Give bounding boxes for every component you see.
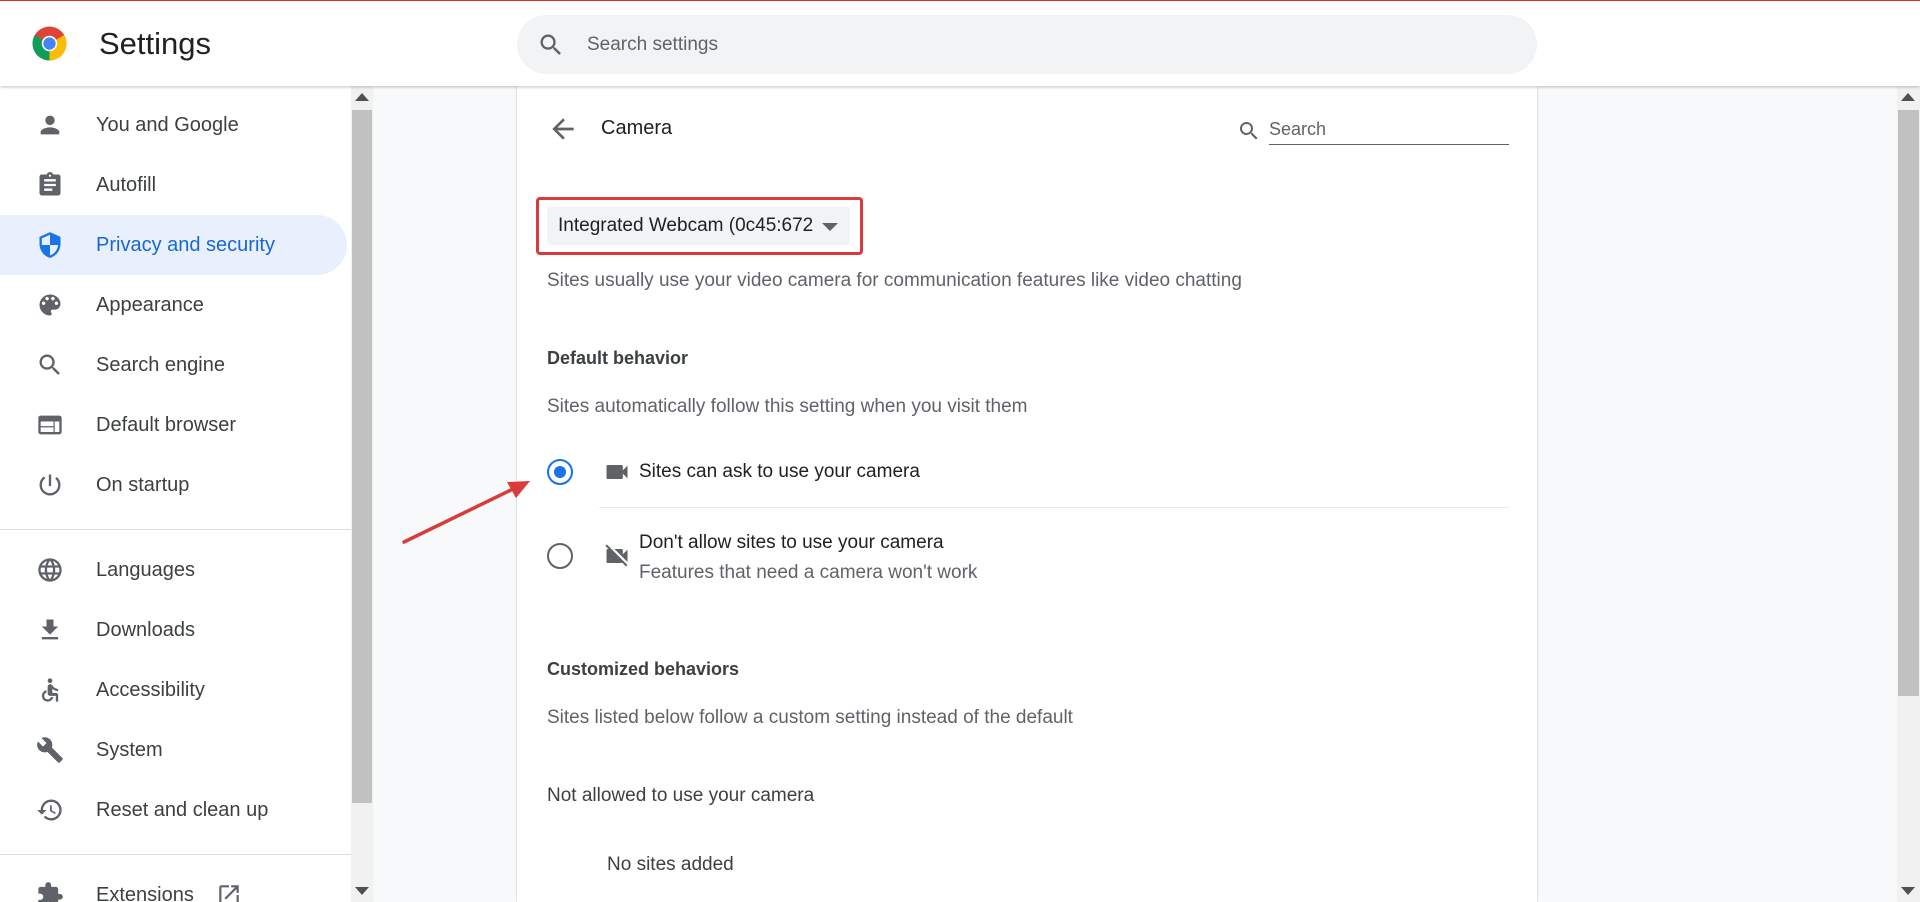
person-icon [36,111,64,139]
sidebar-item-label: Appearance [96,293,204,316]
top-bar: Settings [0,0,1920,86]
radio-sites-can-ask[interactable] [547,459,573,485]
sidebar-item-accessibility[interactable]: Accessibility [0,660,347,720]
sidebar-item-label: Downloads [96,618,195,641]
sidebar-item-label: Default browser [96,413,237,436]
sidebar-item-extensions[interactable]: Extensions [0,865,347,902]
sidebar-item-search-engine[interactable]: Search engine [0,335,347,395]
chevron-down-icon [822,223,838,231]
camera-select-highlight-box: Integrated Webcam (0c45:672 [536,197,863,255]
sidebar-item-downloads[interactable]: Downloads [0,600,347,660]
sidebar-item-label: Accessibility [96,678,205,701]
videocam-icon [603,458,631,486]
page-scrollbar-thumb[interactable] [1898,110,1919,696]
sidebar-scrollbar-thumb[interactable] [352,110,372,803]
option-divider [599,507,1509,508]
sidebar-item-label: Languages [96,558,195,581]
settings-search-input[interactable] [587,33,1487,56]
open-in-new-icon [219,885,239,902]
sidebar-scrollbar[interactable] [351,86,373,902]
no-sites-added-text: No sites added [607,854,734,875]
sidebar-item-label: System [96,738,163,761]
search-icon [1240,122,1258,140]
puzzle-icon [36,881,64,902]
radio-dont-allow[interactable] [547,543,573,569]
page-title: Camera [601,117,673,139]
sidebar-item-privacy-and-security[interactable]: Privacy and security [0,215,347,275]
sidebar-item-label: On startup [96,473,190,496]
scroll-up-arrow-icon[interactable] [1901,93,1915,101]
sidebar-item-appearance[interactable]: Appearance [0,275,347,335]
customized-behaviors-description: Sites listed below follow a custom setti… [547,707,1073,728]
sidebar-item-system[interactable]: System [0,720,347,780]
customized-behaviors-heading: Customized behaviors [547,659,740,679]
camera-search[interactable] [1237,114,1509,147]
scroll-down-arrow-icon[interactable] [1901,887,1915,895]
palette-icon [36,291,64,319]
sidebar-divider [0,529,351,530]
camera-description: Sites usually use your video camera for … [547,270,1242,291]
camera-device-value: Integrated Webcam (0c45:672 [558,215,814,236]
not-allowed-heading: Not allowed to use your camera [547,785,815,806]
sidebar-divider [0,854,351,855]
sidebar-item-label: Search engine [96,353,225,376]
restore-icon [36,796,64,824]
sidebar-item-label: Reset and clean up [96,798,269,821]
scroll-down-arrow-icon[interactable] [355,887,369,895]
wrench-icon [36,736,64,764]
app-title: Settings [99,25,212,61]
chrome-logo-icon [32,26,67,61]
sidebar-item-label: Extensions [96,883,194,902]
option-label: Don't allow sites to use your camera [639,532,944,553]
browser-icon [36,411,64,439]
sidebar-item-reset-and-clean-up[interactable]: Reset and clean up [0,780,347,840]
default-behavior-description: Sites automatically follow this setting … [547,396,1028,417]
option-sublabel: Features that need a camera won't work [639,562,978,583]
accessibility-icon [36,676,64,704]
videocam-off-icon [603,542,631,570]
back-arrow-icon[interactable] [547,113,579,145]
sidebar-item-languages[interactable]: Languages [0,540,347,600]
sidebar-item-autofill[interactable]: Autofill [0,155,347,215]
annotation-arrow-icon [402,481,530,544]
sidebar-item-label: You and Google [96,113,239,136]
option-label: Sites can ask to use your camera [639,461,920,482]
brand: Settings [31,25,211,62]
clipboard-icon [36,171,64,199]
camera-search-input[interactable] [1269,114,1509,145]
search-icon [36,351,64,379]
sidebar-item-on-startup[interactable]: On startup [0,455,347,515]
page-scrollbar[interactable] [1897,86,1920,902]
camera-device-dropdown[interactable]: Integrated Webcam (0c45:672 [547,207,850,245]
sidebar-item-default-browser[interactable]: Default browser [0,395,347,455]
sidebar-item-you-and-google[interactable]: You and Google [0,95,347,155]
globe-icon [36,556,64,584]
sidebar: You and Google Autofill Privacy and secu… [0,86,351,902]
sidebar-item-label: Autofill [96,173,157,196]
scroll-up-arrow-icon[interactable] [355,93,369,101]
camera-settings-card: Camera Integrated Webcam (0c45:672 Sites… [517,86,1537,902]
default-behavior-heading: Default behavior [547,348,689,368]
power-icon [36,471,64,499]
download-icon [36,616,64,644]
search-icon [540,34,561,55]
shield-icon [36,231,64,259]
sidebar-item-label: Privacy and security [96,233,275,256]
settings-search-bar[interactable] [517,15,1537,74]
